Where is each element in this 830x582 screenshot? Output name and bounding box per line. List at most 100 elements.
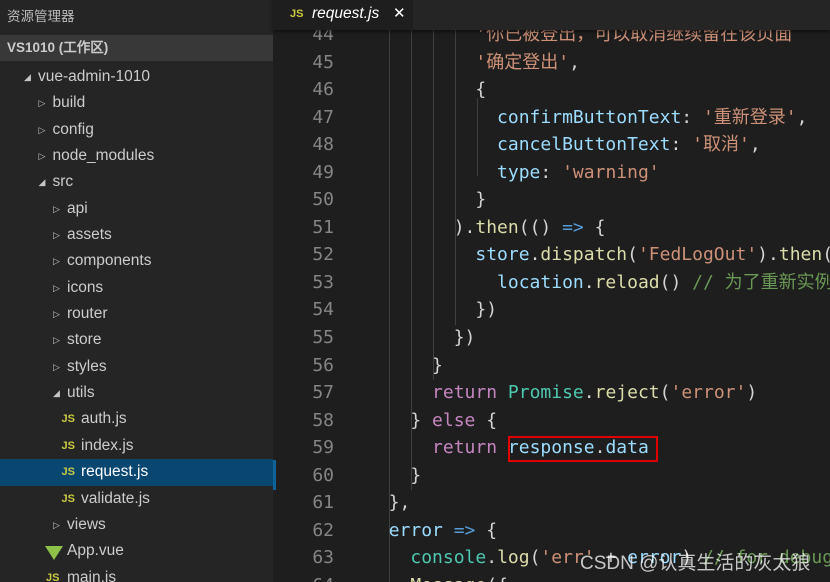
- code-token: ).: [757, 244, 779, 266]
- tree-item[interactable]: ▷ config: [0, 117, 273, 143]
- tree-item[interactable]: App.vue: [0, 538, 273, 564]
- code-text: '确定登出',: [367, 49, 580, 77]
- tree-item[interactable]: ▷ views: [0, 512, 273, 538]
- code-token: {: [367, 79, 487, 101]
- code-text: ).then(() => {: [367, 214, 606, 242]
- code-text: }: [367, 462, 421, 490]
- code-token: },: [367, 492, 411, 514]
- tree-item[interactable]: ▷ store: [0, 327, 273, 353]
- line-number: 61: [312, 492, 334, 514]
- code-token: log: [497, 547, 530, 569]
- tree-item[interactable]: ▷ icons: [0, 275, 273, 301]
- chevron-right-icon: ▷: [53, 256, 60, 267]
- code-token: {: [583, 216, 606, 238]
- tree-item[interactable]: ▷ node_modules: [0, 143, 273, 169]
- chevron-right-icon: ▷: [38, 151, 46, 162]
- code-token: .: [486, 547, 498, 569]
- tab-bar: JS request.js ✕: [273, 0, 830, 30]
- tree-item[interactable]: JS validate.js: [0, 486, 273, 512]
- js-file-icon: JS: [61, 413, 75, 426]
- tree-item-label: index.js: [81, 436, 134, 454]
- code-token: Message: [410, 575, 486, 582]
- code-token: return: [432, 437, 498, 459]
- code-editor[interactable]: 44 '你已被登出，可以取消继续留在该页面 45 '确定登出', 46 {47 co…: [273, 0, 830, 582]
- code-text: },: [367, 489, 411, 517]
- code-token: cancelButtonText: [497, 134, 671, 156]
- tree-item[interactable]: ▷ api: [0, 196, 273, 222]
- code-text: store.dispatch('FedLogOut').then(() => {: [367, 241, 830, 269]
- vue-file-icon: [45, 546, 63, 561]
- tree-item[interactable]: JS main.js: [0, 565, 273, 582]
- tree-item-label: config: [52, 120, 94, 138]
- tree-item-label: build: [52, 94, 86, 112]
- line-number: 55: [312, 327, 334, 349]
- code-token: :: [670, 134, 693, 156]
- line-number: 48: [312, 134, 334, 156]
- line-number: 59: [312, 437, 334, 459]
- close-icon[interactable]: ✕: [393, 4, 406, 22]
- code-token: ).: [367, 216, 476, 238]
- code-token: // 为了重新实例化vue-router对象: [692, 271, 830, 293]
- file-tree: ◢ vue-admin-1010 ▷ build ▷ config ▷ node_module…: [0, 64, 273, 582]
- line-number: 47: [312, 106, 334, 128]
- chevron-down-icon: ◢: [53, 388, 60, 399]
- tree-item-label: views: [67, 515, 106, 533]
- code-token: (: [529, 547, 541, 569]
- tree-item[interactable]: ▷ styles: [0, 354, 273, 380]
- tree-item[interactable]: JS request.js: [0, 459, 273, 486]
- code-token: type: [497, 161, 541, 183]
- code-text: }): [367, 296, 497, 324]
- js-file-icon: JS: [61, 466, 75, 479]
- tree-item[interactable]: ▷ router: [0, 301, 273, 327]
- highlight-box: [508, 436, 658, 462]
- tree-item[interactable]: JS index.js: [0, 433, 273, 459]
- code-token: Promise: [507, 382, 584, 404]
- watermark: CSDN @认真生活的灰太狼: [580, 553, 811, 574]
- code-text: {: [367, 76, 486, 104]
- code-token: (() => {: [822, 244, 830, 265]
- code-token: then: [475, 216, 519, 238]
- workspace-header[interactable]: VS1010 (工作区): [0, 35, 273, 61]
- line-number: 62: [312, 519, 334, 541]
- tree-item-label: styles: [67, 357, 107, 375]
- chevron-right-icon: ▷: [53, 519, 60, 530]
- tree-item-label: utils: [67, 384, 95, 402]
- code-token: {: [475, 409, 498, 431]
- code-token: ,: [796, 106, 808, 128]
- tree-item-label: node_modules: [52, 147, 155, 165]
- code-token: '取消': [692, 134, 750, 156]
- code-token: then: [778, 244, 823, 266]
- tree-item[interactable]: ◢ vue-admin-1010: [0, 64, 273, 90]
- line-number: 56: [312, 354, 334, 376]
- code-token: console: [410, 547, 487, 569]
- js-file-icon: JS: [46, 571, 60, 582]
- tree-item[interactable]: ◢ src: [0, 169, 273, 195]
- tree-item-label: icons: [67, 278, 104, 296]
- explorer-sidebar: 资源管理器 VS1010 (工作区) ◢ vue-admin-1010 ▷ build…: [0, 0, 273, 582]
- chevron-right-icon: ▷: [53, 335, 60, 346]
- line-number: 57: [312, 382, 334, 404]
- code-token: {: [475, 519, 498, 541]
- tree-item[interactable]: ▷ assets: [0, 222, 273, 248]
- tree-item[interactable]: ◢ utils: [0, 380, 273, 406]
- chevron-down-icon: ◢: [24, 72, 31, 82]
- code-token: }): [367, 327, 476, 349]
- tree-item[interactable]: ▷ components: [0, 248, 273, 274]
- code-text: error => {: [367, 517, 497, 545]
- tab-request-js[interactable]: JS request.js ✕: [273, 0, 413, 30]
- code-token: store: [475, 244, 530, 266]
- line-number: 54: [312, 299, 334, 321]
- explorer-title: 资源管理器: [7, 9, 75, 24]
- tree-item[interactable]: JS auth.js: [0, 406, 273, 432]
- line-number: 51: [312, 216, 334, 238]
- line-number: 64: [273, 572, 334, 582]
- line-number: 53: [312, 271, 334, 293]
- tree-item-label: components: [67, 252, 152, 270]
- code-token: :: [681, 106, 703, 128]
- tree-item[interactable]: ▷ build: [0, 90, 273, 116]
- code-token: }: [367, 409, 433, 431]
